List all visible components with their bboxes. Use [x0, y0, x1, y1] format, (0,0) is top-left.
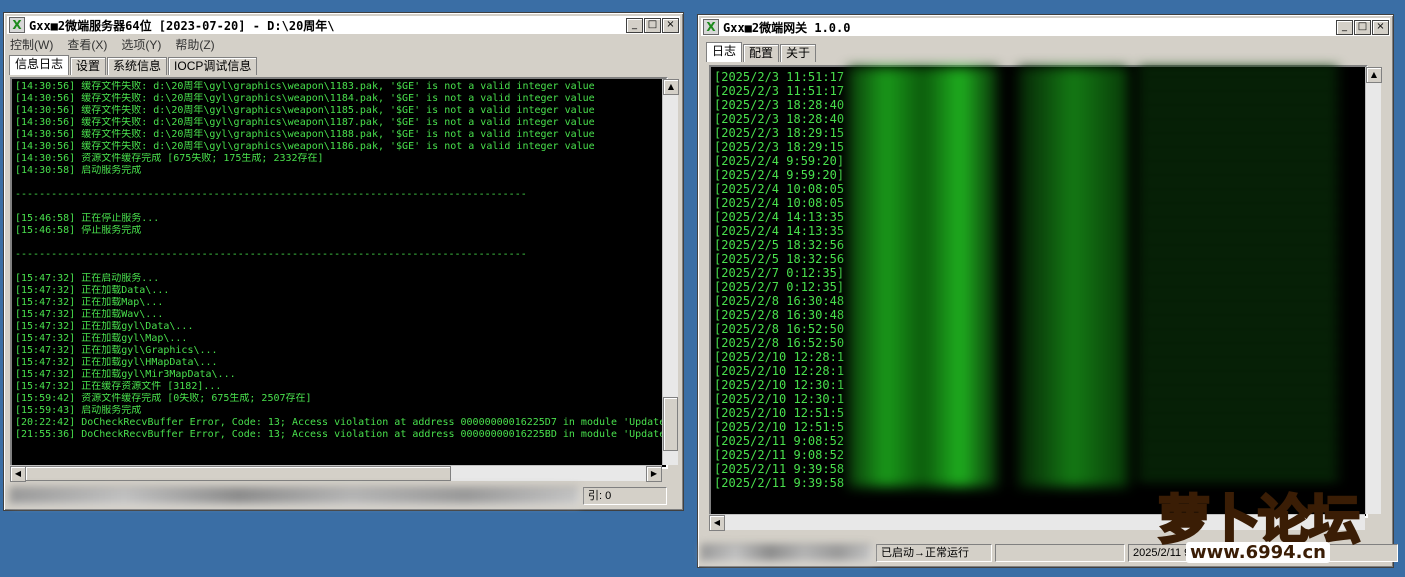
watermark-url: www.6994.cn [1186, 542, 1330, 563]
log-line: [15:47:32] 正在加载gyl\Graphics\... [15, 345, 218, 356]
tab-settings[interactable]: 设置 [70, 57, 107, 75]
app-x-icon: X [9, 17, 25, 33]
gateway-window-title: Gxx■2微端网关 1.0.0 [723, 20, 851, 35]
log-line: [15:59:43] 启动服务完成 [15, 405, 142, 416]
minimize-button[interactable]: _ [1336, 19, 1353, 35]
menu-options[interactable]: 选项(Y) [121, 36, 161, 53]
log-line: [15:47:32] 正在加载gyl\Data\... [15, 321, 194, 332]
log-line: [15:47:32] 正在缓存资源文件 [3182]... [15, 381, 222, 392]
server-statusbar: 引: 0 [10, 487, 667, 505]
hscroll-thumb[interactable] [25, 466, 451, 481]
menu-control[interactable]: 控制(W) [10, 36, 53, 53]
maximize-button[interactable]: □ [644, 17, 661, 33]
server-log-console[interactable]: [14:30:56] 缓存文件失败: d:\20周年\gyl\graphics\… [10, 77, 668, 469]
server-log-hscrollbar[interactable]: ◀ ▶ [10, 465, 662, 482]
app-x-icon: X [703, 19, 719, 35]
close-button[interactable]: × [1372, 19, 1389, 35]
server-menubar: 控制(W) 查看(X) 选项(Y) 帮助(Z) [10, 36, 215, 53]
scroll-up-arrow-icon[interactable]: ▲ [1366, 67, 1382, 83]
log-line: [15:47:32] 正在加载Data\... [15, 285, 170, 296]
menu-help[interactable]: 帮助(Z) [175, 36, 214, 53]
log-line: [15:47:32] 正在加载Map\... [15, 297, 164, 308]
log-line: [15:47:32] 正在加载gyl\Mir3MapData\... [15, 369, 236, 380]
log-line: [14:30:58] 启动服务完成 [15, 165, 142, 176]
log-line: [14:30:56] 资源文件缓存完成 [675失败; 175生成; 2332存… [15, 153, 324, 164]
tab-config[interactable]: 配置 [743, 44, 780, 62]
tab-iocp-debug[interactable]: IOCP调试信息 [168, 57, 258, 75]
server-titlebar[interactable]: X Gxx■2微端服务器64位 [2023-07-20] - D:\20周年\ … [7, 16, 680, 34]
gateway-titlebar[interactable]: X Gxx■2微端网关 1.0.0 _ □ × [701, 18, 1390, 36]
log-line: ----------------------------------------… [15, 249, 527, 260]
status-panel-obscured [10, 487, 580, 505]
log-line: [15:47:32] 正在加载gyl\Map\... [15, 333, 188, 344]
menu-view[interactable]: 查看(X) [67, 36, 107, 53]
log-line: [15:46:58] 停止服务完成 [15, 225, 142, 236]
log-line: [15:59:42] 资源文件缓存完成 [0失败; 675生成; 2507存在] [15, 393, 312, 404]
blurred-log-content [838, 67, 1358, 487]
scroll-right-arrow-icon[interactable]: ▶ [646, 466, 662, 482]
scroll-up-arrow-icon[interactable]: ▲ [663, 79, 679, 95]
scroll-thumb[interactable] [663, 397, 678, 451]
tab-system-info[interactable]: 系统信息 [107, 57, 168, 75]
log-line: [14:30:56] 缓存文件失败: d:\20周年\gyl\graphics\… [15, 81, 595, 92]
status-panel-state: 已启动→正常运行 [876, 544, 992, 562]
log-line: [15:47:32] 正在加载gyl\HMapData\... [15, 357, 218, 368]
server-log-vscrollbar[interactable]: ▲ [662, 79, 679, 465]
log-line: [21:55:36] DoCheckRecvBuffer Error, Code… [15, 429, 666, 440]
server-window-title: Gxx■2微端服务器64位 [2023-07-20] - D:\20周年\ [29, 18, 335, 33]
status-panel-obscured [701, 544, 873, 562]
scroll-left-arrow-icon[interactable]: ◀ [709, 515, 725, 531]
tab-info-log[interactable]: 信息日志 [9, 55, 70, 75]
log-line: [20:22:42] DoCheckRecvBuffer Error, Code… [15, 417, 666, 428]
log-line: [14:30:56] 缓存文件失败: d:\20周年\gyl\graphics\… [15, 93, 595, 104]
gateway-tabs: 日志 配置 关于 [706, 42, 817, 62]
server-window: X Gxx■2微端服务器64位 [2023-07-20] - D:\20周年\ … [3, 12, 684, 511]
tab-log[interactable]: 日志 [706, 42, 743, 62]
log-line: [14:30:56] 缓存文件失败: d:\20周年\gyl\graphics\… [15, 129, 595, 140]
forum-watermark-logo: 萝卜论坛 www.6994.cn [1156, 478, 1398, 570]
server-tabs: 信息日志 设置 系统信息 IOCP调试信息 [9, 55, 258, 75]
close-button[interactable]: × [662, 17, 679, 33]
log-line: ----------------------------------------… [15, 189, 527, 200]
log-line: [15:47:32] 正在加载Wav\... [15, 309, 164, 320]
log-line: [14:30:56] 缓存文件失败: d:\20周年\gyl\graphics\… [15, 141, 595, 152]
tab-about[interactable]: 关于 [780, 44, 817, 62]
maximize-button[interactable]: □ [1354, 19, 1371, 35]
log-line: [15:47:32] 正在启动服务... [15, 273, 160, 284]
minimize-button[interactable]: _ [626, 17, 643, 33]
scroll-left-arrow-icon[interactable]: ◀ [10, 466, 26, 482]
log-line: [14:30:56] 缓存文件失败: d:\20周年\gyl\graphics\… [15, 105, 595, 116]
gateway-log-vscrollbar[interactable]: ▲ [1365, 67, 1382, 514]
status-panel-count: 引: 0 [583, 487, 667, 505]
log-line: [14:30:56] 缓存文件失败: d:\20周年\gyl\graphics\… [15, 117, 595, 128]
log-line: [15:46:58] 正在停止服务... [15, 213, 160, 224]
